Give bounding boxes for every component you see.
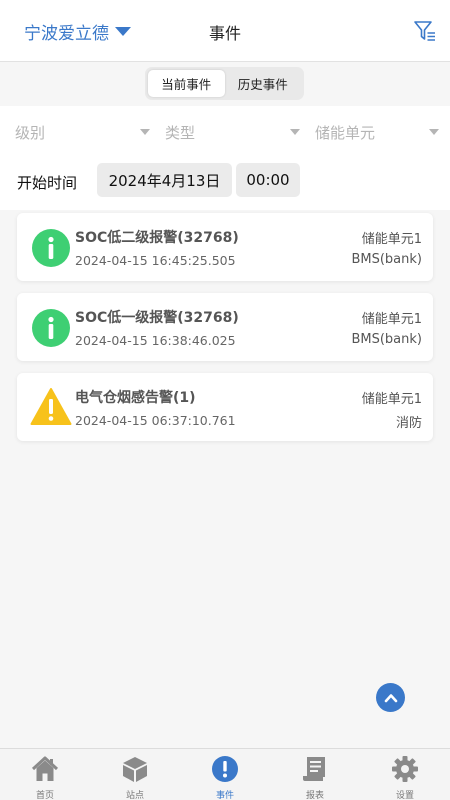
start-date-picker[interactable]: 2024年4月13日 [97,163,232,197]
caret-down-icon [429,129,439,135]
event-card[interactable]: 电气仓烟感告警(1) 2024-04-15 06:37:10.761 储能单元1… [17,373,433,441]
event-source: BMS(bank) [351,332,422,347]
event-title: SOC低一级报警(32768) [75,310,239,326]
tab-history-events[interactable]: 历史事件 [225,70,302,97]
event-unit: 储能单元1 [361,312,422,327]
filter-icon[interactable] [413,19,437,43]
event-time: 2024-04-15 06:37:10.761 [75,413,236,428]
warning-icon [30,388,72,425]
tab-current-events[interactable]: 当前事件 [148,70,225,97]
level-dropdown-label: 级别 [15,123,46,142]
event-card[interactable]: SOC低一级报警(32768) 2024-04-15 16:38:46.025 … [17,293,433,361]
chevron-up-icon [384,693,397,702]
info-icon [32,229,70,267]
nav-label: 事件 [215,791,234,800]
unit-dropdown[interactable]: 储能单元 [315,116,439,148]
event-title: SOC低二级报警(32768) [75,230,239,246]
nav-label: 设置 [395,791,414,800]
nav-item-events[interactable]: 事件 [180,749,270,800]
start-time-picker[interactable]: 00:00 [236,163,300,197]
event-card[interactable]: SOC低二级报警(32768) 2024-04-15 16:45:25.505 … [17,213,433,281]
event-unit: 储能单元1 [361,392,422,407]
home-icon [31,756,59,781]
level-dropdown[interactable]: 级别 [15,116,150,148]
info-icon [32,309,70,347]
event-time: 2024-04-15 16:38:46.025 [75,333,236,348]
filter-panel: 级别 类型 储能单元 开始时间 2024年4月13日 00:00 [0,106,450,210]
event-source: BMS(bank) [351,252,422,267]
cube-icon [123,757,147,782]
event-time: 2024-04-15 16:45:25.505 [75,253,236,268]
report-icon [303,757,325,781]
start-time-label: 开始时间 [17,174,78,192]
nav-label: 站点 [125,791,144,800]
nav-item-sites[interactable]: 站点 [90,749,180,800]
app-header: 宁波爱立德 事件 [0,0,450,62]
event-unit: 储能单元1 [361,232,422,247]
nav-item-home[interactable]: 首页 [0,749,90,800]
nav-item-settings[interactable]: 设置 [360,749,450,800]
nav-label: 报表 [305,791,324,800]
unit-dropdown-label: 储能单元 [315,123,376,142]
event-source: 消防 [395,416,422,431]
bottom-navigation: 首页 站点 事件 报表 设置 [0,748,450,800]
caret-down-icon [290,129,300,135]
caret-down-icon [140,129,150,135]
event-title: 电气仓烟感告警(1) [75,390,196,406]
alert-icon [212,756,238,782]
type-dropdown-label: 类型 [165,123,196,142]
event-tabs: 当前事件 历史事件 [145,67,304,100]
nav-item-reports[interactable]: 报表 [270,749,360,800]
page-title: 事件 [208,24,241,43]
gear-icon [392,756,418,782]
scroll-to-top-button[interactable] [376,683,405,712]
nav-label: 首页 [35,791,54,800]
type-dropdown[interactable]: 类型 [165,116,300,148]
